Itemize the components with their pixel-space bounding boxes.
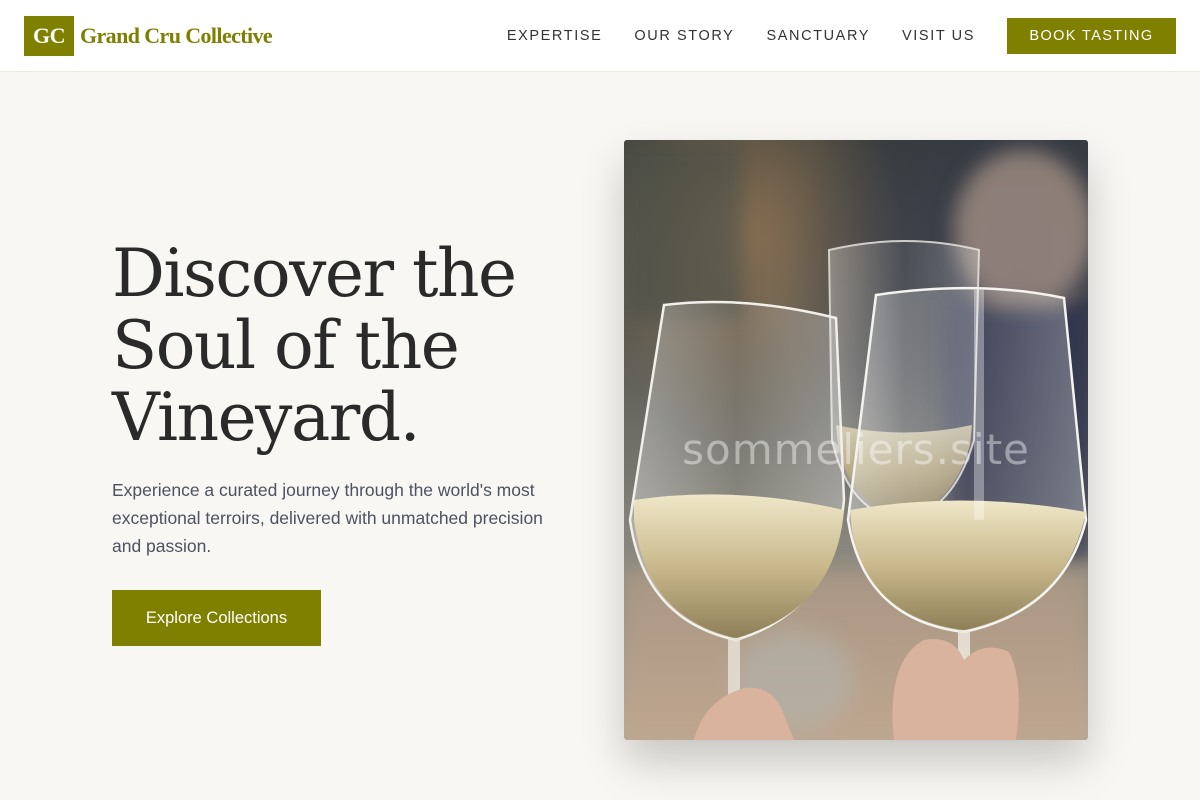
- wine-glasses-toast-image: [624, 140, 1088, 740]
- main-nav: EXPERTISE OUR STORY SANCTUARY VISIT US B…: [507, 17, 1176, 54]
- hero-title: Discover the Soul of the Vineyard.: [112, 238, 582, 454]
- nav-link-sanctuary[interactable]: SANCTUARY: [766, 28, 870, 44]
- logo-mark: GC: [24, 15, 74, 56]
- hero-title-line-2: Soul of the: [112, 307, 460, 384]
- hero-title-line-1: Discover the: [112, 235, 517, 312]
- hero-subtitle: Experience a curated journey through the…: [112, 480, 543, 556]
- brand-name: Grand Cru Collective: [80, 22, 273, 48]
- book-tasting-button[interactable]: BOOK TASTING: [1007, 17, 1176, 54]
- nav-link-visit-us[interactable]: VISIT US: [902, 28, 975, 44]
- hero-text: Discover the Soul of the Vineyard. Exper…: [112, 238, 582, 560]
- brand-logo-link[interactable]: GC Grand Cru Collective: [24, 15, 273, 56]
- explore-collections-button[interactable]: Explore Collections: [112, 590, 321, 646]
- site-header: GC Grand Cru Collective EXPERTISE OUR ST…: [0, 0, 1200, 72]
- hero-title-line-3: Vineyard.: [112, 379, 421, 456]
- hero-photo: sommeliers.site: [624, 140, 1088, 740]
- nav-link-our-story[interactable]: OUR STORY: [634, 28, 734, 44]
- nav-link-expertise[interactable]: EXPERTISE: [507, 28, 603, 44]
